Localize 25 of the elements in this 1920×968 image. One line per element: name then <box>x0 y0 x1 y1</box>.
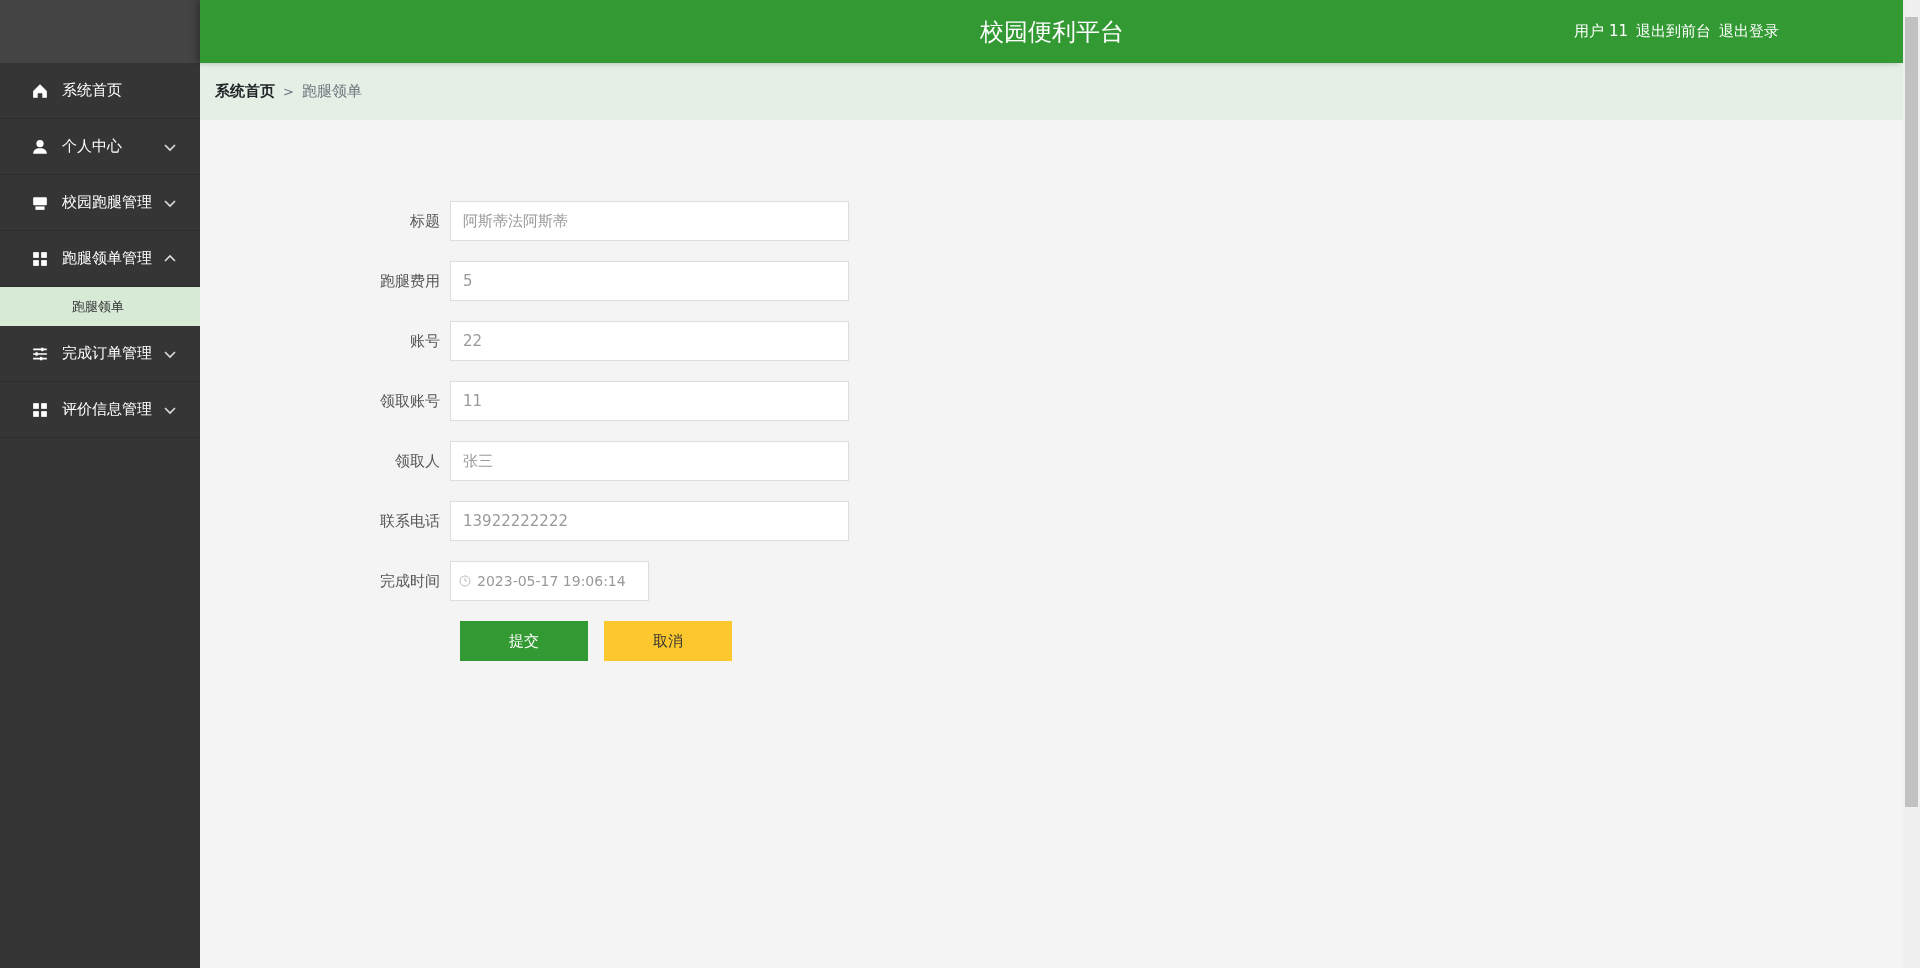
person-icon <box>32 138 48 155</box>
field-label: 标题 <box>409 210 441 232</box>
app-title: 校园便利平台 <box>979 16 1124 48</box>
header-link[interactable]: 退出登录 <box>1719 20 1779 43</box>
storefront-icon <box>32 194 48 211</box>
user-label: 用户 11 <box>1574 21 1628 42</box>
cancel-button[interactable]: 取消 <box>604 621 732 661</box>
submit-button[interactable]: 提交 <box>460 621 588 661</box>
home-icon <box>32 82 48 99</box>
field-label: 领取人 <box>394 450 441 472</box>
grid-icon <box>32 250 48 267</box>
field-label: 跑腿费用 <box>379 270 441 292</box>
clock-icon <box>459 575 471 587</box>
breadcrumb-item: 跑腿领单 <box>302 81 362 103</box>
sidebar-subitem[interactable]: 跑腿领单 <box>0 287 200 326</box>
field-label: 联系电话 <box>379 510 441 532</box>
header-link[interactable]: 退出到前台 <box>1636 20 1711 43</box>
breadcrumb-item[interactable]: 系统首页 <box>215 80 275 103</box>
breadcrumb-separator: > <box>283 82 294 101</box>
sliders-icon <box>32 345 48 362</box>
grid-icon <box>32 401 48 418</box>
field-label: 完成时间 <box>379 570 441 592</box>
field-label: 账号 <box>409 330 441 352</box>
field-label: 领取账号 <box>379 390 441 412</box>
scrollbar[interactable] <box>1903 0 1920 968</box>
